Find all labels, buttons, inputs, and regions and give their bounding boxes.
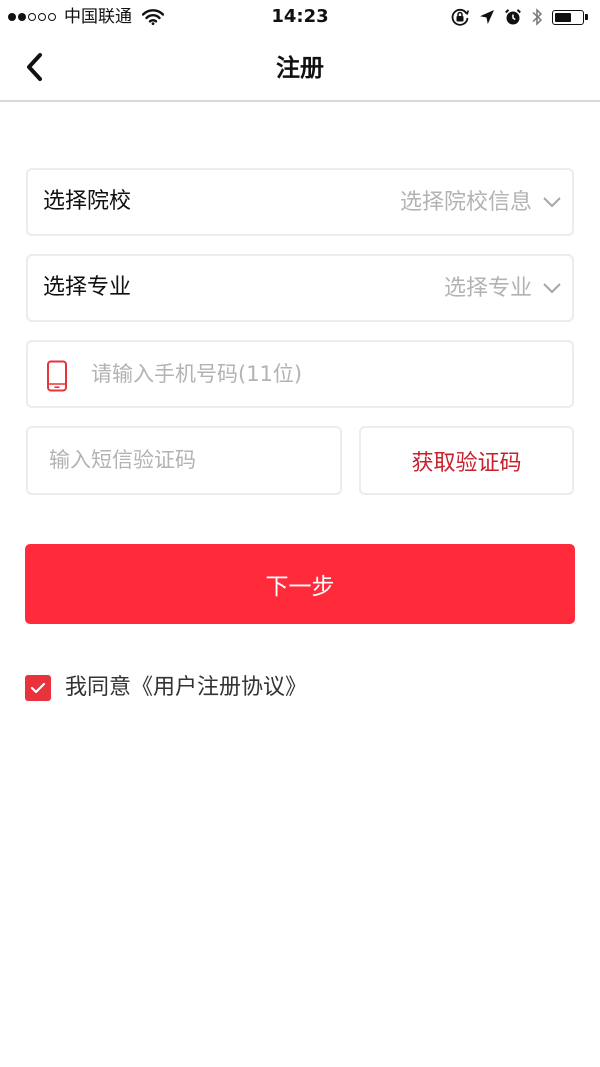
- battery-icon: [552, 9, 588, 25]
- school-value: 选择院校信息: [399, 190, 532, 215]
- location-arrow-icon: [479, 9, 495, 25]
- phone-input[interactable]: [91, 342, 561, 406]
- alarm-icon: [504, 8, 522, 26]
- school-label: 选择院校: [43, 189, 132, 214]
- agreement-row: 我同意《用户注册协议》: [25, 672, 307, 704]
- page-title: 注册: [276, 54, 324, 82]
- mobile-phone-icon: [47, 360, 67, 392]
- checkmark-icon: [30, 682, 46, 694]
- phone-field[interactable]: [26, 340, 574, 408]
- major-value: 选择专业: [443, 276, 532, 301]
- next-step-button[interactable]: 下一步: [25, 544, 575, 624]
- sms-code-input[interactable]: [49, 428, 329, 492]
- status-right: [441, 6, 588, 28]
- get-code-button[interactable]: 获取验证码: [359, 426, 574, 495]
- chevron-down-icon: [543, 197, 561, 208]
- agreement-link[interactable]: 我同意《用户注册协议》: [65, 672, 307, 704]
- sms-code-field[interactable]: [26, 426, 342, 495]
- nav-bar: 注册: [0, 36, 600, 102]
- agreement-checkbox[interactable]: [25, 675, 51, 701]
- chevron-down-icon: [543, 283, 561, 294]
- orientation-lock-icon: [450, 7, 470, 27]
- school-select[interactable]: 选择院校 选择院校信息: [26, 168, 574, 236]
- bluetooth-icon: [531, 7, 543, 27]
- status-bar: 中国联通 14:23: [0, 0, 600, 36]
- major-label: 选择专业: [43, 275, 132, 300]
- major-select[interactable]: 选择专业 选择专业: [26, 254, 574, 322]
